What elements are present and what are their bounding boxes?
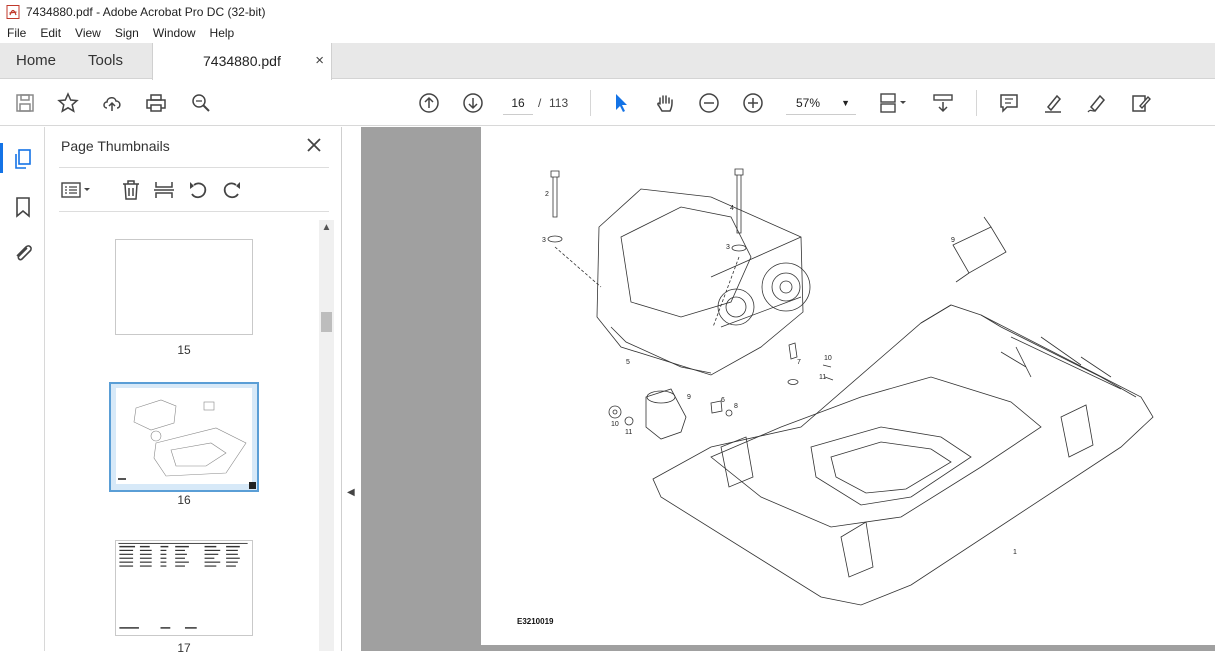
thumbnail-toolbar [59, 177, 329, 203]
toolbar-divider [590, 90, 591, 116]
tab-document-label: 7434880.pdf [203, 53, 281, 69]
menu-window[interactable]: Window [146, 26, 203, 40]
chevron-down-icon: ▼ [841, 98, 850, 108]
page-thumbnails-panel: Page Thumbnails 15 16 17 ▲ [45, 127, 342, 655]
comment-icon[interactable] [997, 91, 1021, 115]
callout-label: 3 [726, 244, 730, 251]
callout-label: 5 [626, 359, 630, 366]
thumbnail-page-image [116, 388, 252, 484]
collapse-panel-arrow-icon[interactable]: ◀ [347, 487, 355, 498]
toolbar-divider [976, 90, 977, 116]
print-icon[interactable] [144, 91, 168, 115]
rail-active-indicator [0, 143, 3, 173]
menu-file[interactable]: File [0, 26, 33, 40]
callout-label: 4 [730, 205, 734, 212]
callout-label: 1 [1013, 549, 1017, 556]
thumbnail-page-16-selected[interactable] [109, 382, 259, 492]
page-thumbnails-icon[interactable] [11, 147, 35, 171]
divider [59, 211, 329, 212]
thumbnail-page-17[interactable] [115, 540, 253, 636]
close-icon[interactable] [304, 135, 324, 155]
rotate-left-icon[interactable] [185, 177, 211, 203]
zoom-in-icon[interactable] [741, 91, 765, 115]
callout-label: 10 [611, 421, 619, 428]
page-number-input[interactable]: 16 [503, 91, 533, 115]
menu-view[interactable]: View [68, 26, 108, 40]
pdf-page: 2 3 3 4 5 6 7 8 9 9 10 10 11 11 1 E32100… [481, 127, 1215, 645]
thumbnail-options-icon[interactable] [59, 177, 95, 203]
thumbnail-view-marker [249, 482, 256, 489]
acrobat-pdf-icon [6, 4, 20, 19]
thumbnail-page-15[interactable] [115, 239, 253, 335]
page-separator: / [538, 96, 542, 110]
page-fit-icon[interactable] [876, 91, 910, 115]
panel-title: Page Thumbnails [61, 138, 170, 154]
callout-label: 10 [824, 355, 832, 362]
left-navigation-rail [0, 127, 45, 651]
panel-scrollbar[interactable]: ▲ [319, 220, 334, 651]
page-up-icon[interactable] [417, 91, 441, 115]
highlight-icon[interactable] [1041, 91, 1065, 115]
rotate-right-icon[interactable] [219, 177, 245, 203]
callout-label: 7 [797, 359, 801, 366]
window-title: 7434880.pdf - Adobe Acrobat Pro DC (32-b… [26, 4, 266, 19]
sign-icon[interactable] [1085, 91, 1109, 115]
callout-label: 8 [734, 403, 738, 410]
callout-label: 9 [687, 394, 691, 401]
thumbnail-table-preview [118, 542, 248, 629]
delete-icon[interactable] [118, 177, 144, 203]
thumbnail-label: 15 [177, 343, 191, 357]
panel-collapse-strip: ◀ [342, 127, 361, 651]
menu-bar: File Edit View Sign Window Help [0, 23, 1215, 43]
document-viewer[interactable]: 2 3 3 4 5 6 7 8 9 9 10 10 11 11 1 E32100… [361, 127, 1215, 651]
attachment-icon[interactable] [11, 241, 35, 265]
save-icon[interactable] [13, 91, 37, 115]
upload-icon[interactable] [100, 91, 124, 115]
callout-label: 9 [951, 237, 955, 244]
zoom-level-select[interactable]: 57% ▼ [786, 91, 856, 115]
zoom-out-icon[interactable] [697, 91, 721, 115]
zoom-level-value: 57% [796, 96, 821, 110]
callout-label: 3 [542, 237, 546, 244]
menu-edit[interactable]: Edit [33, 26, 68, 40]
page-down-icon[interactable] [461, 91, 485, 115]
edit-pdf-icon[interactable] [1129, 91, 1153, 115]
exploded-parts-drawing [547, 168, 1154, 606]
star-icon[interactable] [56, 91, 80, 115]
callout-label: 6 [721, 397, 725, 404]
bookmark-icon[interactable] [11, 195, 35, 219]
select-cursor-icon[interactable] [609, 91, 633, 115]
thumbnail-label: 16 [177, 493, 191, 507]
callout-label: 11 [625, 429, 633, 436]
scroll-mode-icon[interactable] [931, 91, 955, 115]
menu-sign[interactable]: Sign [108, 26, 146, 40]
tab-document[interactable]: 7434880.pdf × [152, 43, 332, 80]
tab-close-icon[interactable]: × [315, 43, 324, 79]
zoom-search-icon[interactable] [189, 91, 213, 115]
callout-label: 11 [819, 374, 827, 381]
callout-label: 2 [545, 191, 549, 198]
page-total: 113 [549, 96, 569, 110]
menu-help[interactable]: Help [203, 26, 242, 40]
scrollbar-thumb[interactable] [321, 312, 332, 332]
tab-bar: Home Tools 7434880.pdf × [0, 43, 1215, 80]
scroll-up-arrow-icon[interactable]: ▲ [319, 220, 334, 235]
thumbnail-label: 17 [177, 641, 191, 655]
divider [59, 167, 329, 168]
tab-home[interactable]: Home [16, 43, 56, 79]
thumbnail-drawing [118, 399, 247, 480]
insert-pages-icon[interactable] [151, 177, 177, 203]
main-toolbar: 16 / 113 57% ▼ [0, 80, 1215, 126]
title-bar: 7434880.pdf - Adobe Acrobat Pro DC (32-b… [0, 0, 1215, 23]
hand-icon[interactable] [653, 91, 677, 115]
tab-tools[interactable]: Tools [88, 43, 123, 79]
drawing-code: E3210019 [517, 617, 554, 626]
